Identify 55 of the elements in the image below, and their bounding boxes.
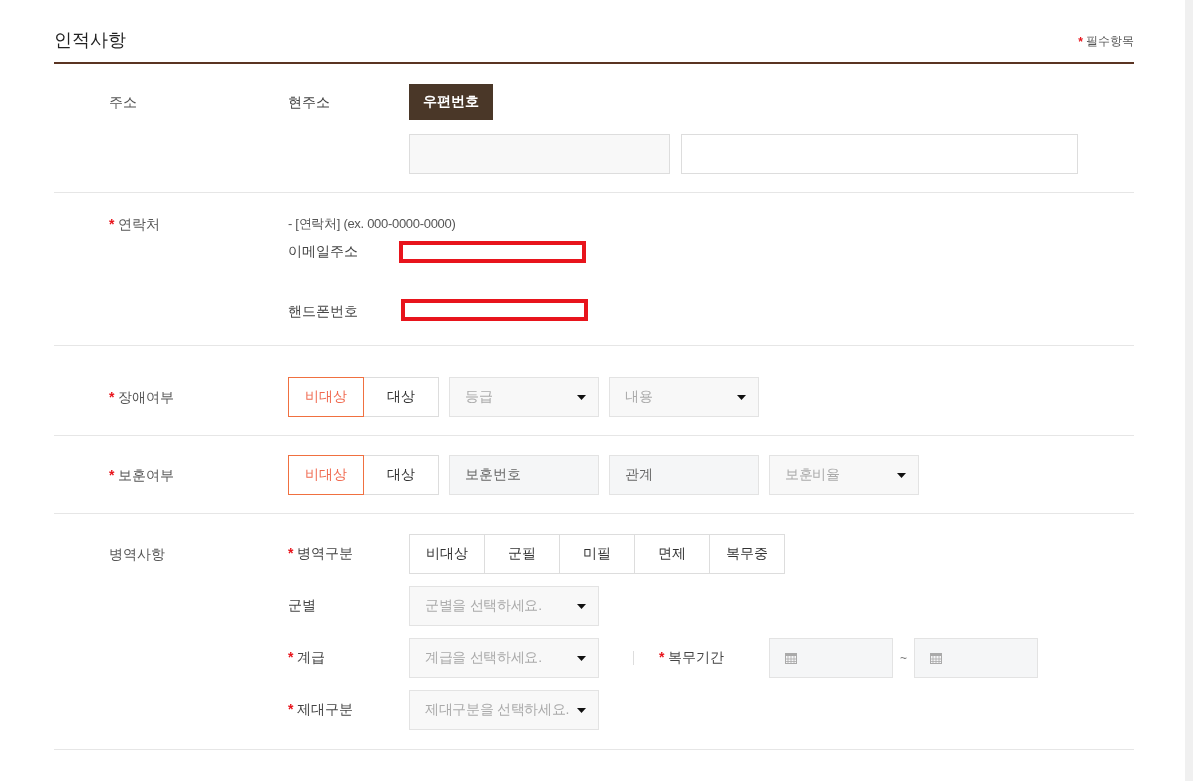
row-label: 주소: [109, 93, 137, 112]
select-placeholder: 제대구분을 선택하세요.: [425, 701, 570, 719]
field-label: 병역구분: [297, 545, 354, 563]
select-placeholder: 계급을 선택하세요.: [425, 649, 542, 667]
option-button[interactable]: 대상: [363, 455, 439, 495]
option-button[interactable]: 미필: [559, 534, 635, 574]
calendar-icon: [930, 652, 942, 664]
postcode-button[interactable]: 우편번호: [409, 84, 493, 120]
row-label: 장애여부: [118, 388, 175, 407]
caret-icon: [577, 603, 586, 609]
required-mark: *: [109, 388, 115, 407]
caret-icon: [577, 655, 586, 661]
field-label: 복무기간: [668, 649, 725, 667]
option-button[interactable]: 복무중: [709, 534, 785, 574]
field-label: 현주소: [288, 93, 331, 112]
required-mark: *: [288, 649, 294, 667]
row-label: 보훈여부: [118, 466, 175, 485]
address-field[interactable]: [681, 134, 1078, 174]
row-label: 병역사항: [109, 545, 165, 564]
required-mark: *: [109, 215, 115, 234]
select-placeholder: 군별을 선택하세요.: [425, 597, 542, 615]
required-note: 필수항목: [1086, 33, 1134, 50]
select-placeholder: 내용: [625, 388, 653, 406]
option-button[interactable]: 군필: [484, 534, 560, 574]
required-mark: *: [288, 545, 294, 563]
option-button[interactable]: 비대상: [288, 455, 364, 495]
select-placeholder: 등급: [465, 388, 493, 406]
select-placeholder: 보훈비율: [785, 466, 840, 484]
section-title: 인적사항: [54, 29, 126, 52]
range-separator: ~: [899, 651, 908, 665]
field-label: 핸드폰번호: [288, 303, 359, 321]
option-button[interactable]: 비대상: [288, 377, 364, 417]
option-button[interactable]: 면제: [634, 534, 710, 574]
field-label: 군별: [288, 597, 316, 615]
field-label: 계급: [297, 649, 326, 667]
required-mark: *: [109, 466, 115, 485]
caret-icon: [577, 707, 586, 713]
date-field[interactable]: [769, 638, 893, 678]
required-mark: *: [1078, 34, 1083, 49]
caret-icon: [737, 394, 746, 400]
field-label: 이메일주소: [288, 243, 359, 261]
input-field[interactable]: 관계: [609, 455, 759, 495]
required-mark: *: [288, 701, 294, 719]
contact-hint: - [연락처] (ex. 000-0000-0000): [288, 215, 457, 233]
required-mark: *: [659, 649, 665, 667]
input-field[interactable]: 보훈번호: [449, 455, 599, 495]
option-button[interactable]: 비대상: [409, 534, 485, 574]
date-field[interactable]: [914, 638, 1038, 678]
field-label: 제대구분: [297, 701, 354, 719]
address-field[interactable]: [409, 134, 670, 174]
caret-icon: [577, 394, 586, 400]
option-button[interactable]: 대상: [363, 377, 439, 417]
calendar-icon: [785, 652, 797, 664]
caret-icon: [897, 472, 906, 478]
row-label: 연락처: [118, 215, 161, 234]
